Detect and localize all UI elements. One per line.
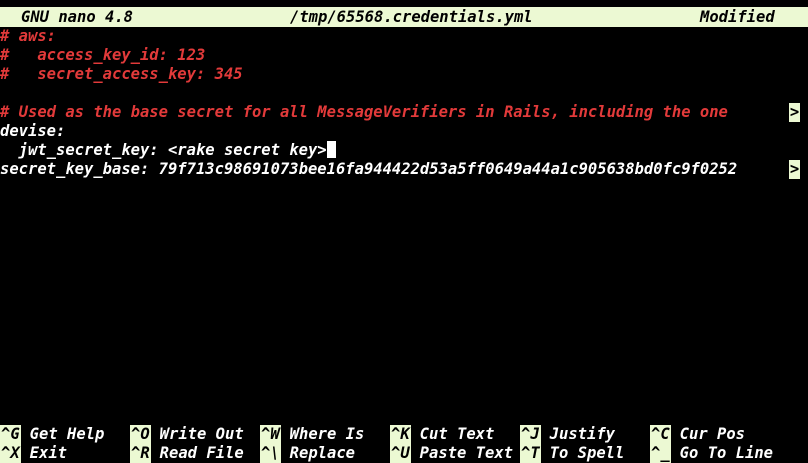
shortcut-label: Write Out	[159, 425, 244, 443]
shortcut-label: Cur Pos	[679, 425, 745, 443]
shortcut-go-to-line[interactable]: ^_ Go To Line	[650, 444, 773, 463]
app-version: GNU nano 4.8	[21, 8, 133, 26]
shortcut-label: Get Help	[29, 425, 105, 443]
shortcut-cut-text[interactable]: ^K Cut Text	[390, 425, 494, 444]
shortcut-key: ^W	[260, 425, 281, 444]
shortcut-key: ^_	[650, 444, 671, 463]
shortcut-key: ^J	[520, 425, 541, 444]
shortcut-label: Exit	[29, 444, 67, 462]
shortcut-key: ^X	[0, 444, 21, 463]
shortcut-cur-pos[interactable]: ^C Cur Pos	[650, 425, 745, 444]
shortcut-bar: ^G Get Help ^O Write Out ^W Where Is ^K Cut …	[0, 425, 808, 463]
shortcut-label: Where Is	[289, 425, 365, 443]
shortcut-to-spell[interactable]: ^T To Spell	[520, 444, 624, 463]
shortcut-label: Paste Text	[419, 444, 513, 462]
editor-line[interactable]: secret_key_base: 79f713c98691073bee16fa9…	[0, 160, 789, 179]
editor-line-text[interactable]: jwt_secret_key: <rake secret key>	[0, 141, 327, 159]
shortcut-label: Go To Line	[679, 444, 773, 462]
editor-line[interactable]: # aws:	[0, 27, 56, 46]
shortcut-key: ^G	[0, 425, 21, 444]
editor-line[interactable]: # Used as the base secret for all Messag…	[0, 103, 789, 122]
shortcut-label: To Spell	[549, 444, 625, 462]
shortcut-key: ^U	[390, 444, 411, 463]
shortcut-justify[interactable]: ^J Justify	[520, 425, 615, 444]
shortcut-write-out[interactable]: ^O Write Out	[130, 425, 244, 444]
shortcut-key: ^\	[260, 444, 281, 463]
text-cursor	[326, 141, 336, 158]
shortcut-paste-text[interactable]: ^U Paste Text	[390, 444, 513, 463]
line-continuation-marker: >	[789, 103, 800, 122]
shortcut-replace[interactable]: ^\ Replace	[260, 444, 355, 463]
modified-status: Modified	[700, 8, 775, 26]
shortcut-label: Justify	[549, 425, 615, 443]
shortcut-key: ^K	[390, 425, 411, 444]
shortcut-label: Read File	[159, 444, 244, 462]
shortcut-read-file[interactable]: ^R Read File	[130, 444, 244, 463]
shortcut-label: Cut Text	[419, 425, 495, 443]
line-continuation-marker: >	[789, 160, 800, 179]
shortcut-key: ^C	[650, 425, 671, 444]
shortcut-where-is[interactable]: ^W Where Is	[260, 425, 364, 444]
shortcut-get-help[interactable]: ^G Get Help	[0, 425, 104, 444]
shortcut-key: ^R	[130, 444, 151, 463]
shortcut-key: ^T	[520, 444, 541, 463]
shortcut-key: ^O	[130, 425, 151, 444]
editor-line[interactable]: # secret_access_key: 345	[0, 65, 243, 84]
editor-line[interactable]: # access_key_id: 123	[0, 46, 205, 65]
editor-line[interactable]: devise:	[0, 122, 65, 141]
editor-line-with-cursor[interactable]: jwt_secret_key: <rake secret key>	[0, 141, 336, 160]
shortcut-label: Replace	[289, 444, 355, 462]
title-bar: GNU nano 4.8 /tmp/65568.credentials.yml …	[0, 7, 808, 27]
shortcut-exit[interactable]: ^X Exit	[0, 444, 67, 463]
file-name: /tmp/65568.credentials.yml	[290, 8, 533, 26]
